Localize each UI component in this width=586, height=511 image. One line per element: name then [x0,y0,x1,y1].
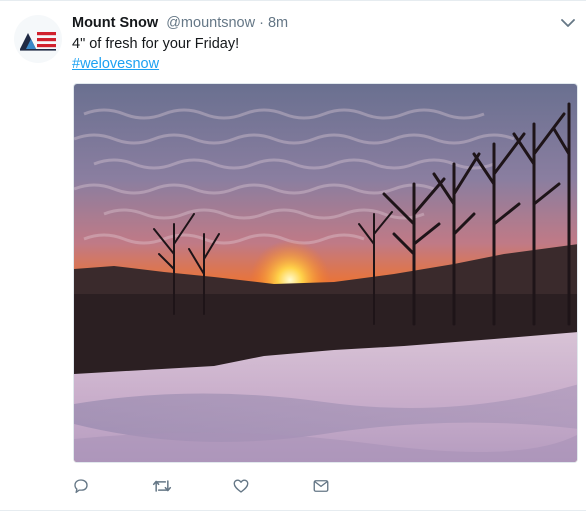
chevron-down-icon [561,18,575,27]
mount-snow-logo-icon [20,32,56,51]
retweet-button[interactable] [152,475,232,497]
like-button[interactable] [232,475,312,497]
message-icon [313,480,329,492]
reply-icon [74,479,88,494]
tweet-card[interactable]: Mount Snow @mountsnow · 8m 4" of fresh f… [0,0,586,511]
tweet-actions [72,475,392,497]
avatar[interactable] [14,15,62,63]
sunset-photo [74,84,577,462]
author-handle[interactable]: @mountsnow [166,15,255,31]
hashtag-link[interactable]: #welovesnow [72,55,159,74]
tweet-photo[interactable] [73,83,578,463]
like-icon [233,479,249,493]
tweet-text: 4" of fresh for your Friday! [72,36,240,52]
direct-message-button[interactable] [312,475,392,497]
tweet-menu-button[interactable] [558,15,578,31]
tweet-header: Mount Snow @mountsnow · 8m [72,14,288,32]
retweet-icon [152,480,172,492]
author-name[interactable]: Mount Snow [72,15,158,31]
tweet-timestamp[interactable]: 8m [268,15,288,31]
reply-button[interactable] [72,475,152,497]
separator-dot: · [259,15,264,31]
